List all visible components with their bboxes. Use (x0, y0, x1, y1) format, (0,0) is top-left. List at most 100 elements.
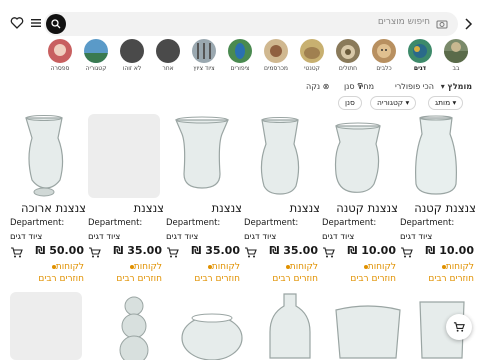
category-item[interactable]: קטגוריה (78, 38, 114, 78)
search-input[interactable]: חיפוש מוצרים (44, 12, 458, 36)
promo-badge: לקוחות חוזרים רבים (404, 261, 474, 285)
heart-icon[interactable] (10, 16, 24, 30)
category-image (336, 39, 360, 63)
product-dept-label: Department: (244, 218, 299, 228)
category-item[interactable]: לא זוהו (114, 38, 150, 78)
promo-line1: לקוחות (445, 262, 474, 272)
product-title[interactable]: צנצנת קטנה (400, 201, 476, 215)
sort-popular[interactable]: הכי פופולרי (395, 82, 434, 91)
category-image (48, 39, 72, 63)
product-card[interactable]: צנצנת ארוכה Department: ציוד דגים ₪ 50.0… (10, 114, 86, 294)
product-dept-label: Department: (400, 218, 455, 228)
sort-bar: מומלץ ▾ הכי פופולרי מחיר ⊽ סנן ⊗ נקה (0, 82, 480, 96)
product-image[interactable] (98, 292, 170, 360)
brand-chip[interactable]: ▾ מותג (428, 96, 464, 110)
promo-badge: לקוחות חוזרים רבים (170, 261, 240, 285)
category-image (156, 39, 180, 63)
cart-icon[interactable] (244, 246, 257, 259)
product-image (166, 114, 238, 198)
camera-icon[interactable] (436, 18, 448, 30)
promo-line2: חוזרים רבים (38, 274, 84, 284)
product-dept-label: Department: (10, 218, 65, 228)
filter-chip[interactable]: סנן (338, 96, 362, 110)
product-dept-value: ציוד דגים (244, 232, 277, 242)
promo-line1: לקוחות (133, 262, 162, 272)
clear-button[interactable]: ⊗ נקה (306, 82, 329, 91)
promo-line2: חוזרים רבים (428, 274, 474, 284)
product-image-placeholder[interactable] (10, 292, 82, 360)
product-image (400, 114, 472, 198)
category-image (120, 39, 144, 63)
product-card[interactable]: צנצנת Department: ציוד דגים ₪ 35.00 לקוח… (244, 114, 320, 294)
category-image (192, 39, 216, 63)
product-dept-value: ציוד דגים (88, 232, 121, 242)
floating-cart-button[interactable] (446, 314, 472, 340)
product-title[interactable]: צנצנת (244, 201, 320, 215)
product-dept-label: Department: (88, 218, 143, 228)
product-price: ₪ 35.00 (269, 244, 318, 257)
promo-badge: לקוחות חוזרים רבים (14, 261, 84, 285)
search-row: חיפוש מוצרים (6, 12, 474, 36)
product-image (10, 114, 82, 198)
product-title[interactable]: צנצנת קטנה (322, 201, 398, 215)
promo-line1: לקוחות (211, 262, 240, 272)
product-image (244, 114, 316, 198)
cart-icon[interactable] (10, 246, 23, 259)
category-label: ספסרה (50, 65, 70, 72)
cart-icon[interactable] (400, 246, 413, 259)
category-item[interactable]: קטנטי (294, 38, 330, 78)
product-image[interactable] (332, 292, 404, 360)
product-dept-value: ציוד דגים (166, 232, 199, 242)
product-price: ₪ 10.00 (347, 244, 396, 257)
product-card[interactable]: צנצנת Department: ציוד דגים ₪ 35.00 לקוח… (88, 114, 164, 294)
filter-button[interactable]: ⊽ סנן (344, 82, 363, 91)
category-image (84, 39, 108, 63)
chevron-right-icon[interactable] (462, 17, 474, 31)
category-chip-label: קטגוריה (377, 98, 404, 107)
promo-line1: לקוחות (55, 262, 84, 272)
sort-label: מומלץ (447, 82, 472, 91)
category-item[interactable]: כלבים (366, 38, 402, 78)
product-title[interactable]: צנצנת (88, 201, 164, 215)
category-chip[interactable]: ▾ קטגוריה (370, 96, 417, 110)
category-image (372, 39, 396, 63)
cart-icon[interactable] (88, 246, 101, 259)
category-item[interactable]: ציוד ציוץ (186, 38, 222, 78)
product-card[interactable]: צנצנת Department: ציוד דגים ₪ 35.00 לקוח… (166, 114, 242, 294)
product-price: ₪ 35.00 (113, 244, 162, 257)
product-dept-value: ציוד דגים (322, 232, 355, 242)
cart-icon[interactable] (166, 246, 179, 259)
category-image (264, 39, 288, 63)
search-icon (51, 19, 61, 29)
menu-icon[interactable] (30, 17, 42, 29)
category-item[interactable]: דגים (402, 38, 438, 78)
product-image[interactable] (176, 292, 248, 360)
search-button[interactable] (46, 14, 66, 34)
category-item[interactable]: מכרסמים (258, 38, 294, 78)
category-item[interactable]: ספסרה (42, 38, 78, 78)
brand-chip-label: מותג (435, 98, 451, 107)
product-card[interactable]: צנצנת קטנה Department: ציוד דגים ₪ 10.00… (322, 114, 398, 294)
product-image[interactable] (254, 292, 326, 360)
cart-icon[interactable] (322, 246, 335, 259)
promo-line2: חוזרים רבים (272, 274, 318, 284)
product-image-placeholder (88, 114, 160, 198)
promo-badge: לקוחות חוזרים רבים (326, 261, 396, 285)
product-dept-label: Department: (322, 218, 377, 228)
category-item[interactable]: ציפורים (222, 38, 258, 78)
promo-badge: לקוחות חוזרים רבים (92, 261, 162, 285)
promo-badge: לקוחות חוזרים רבים (248, 261, 318, 285)
product-title[interactable]: צנצנת (166, 201, 242, 215)
category-item[interactable]: אחר (150, 38, 186, 78)
product-dept-value: ציוד דגים (10, 232, 43, 242)
product-card[interactable]: צנצנת קטנה Department: ציוד דגים ₪ 10.00… (400, 114, 476, 294)
cart-icon (453, 322, 465, 332)
promo-line2: חוזרים רבים (350, 274, 396, 284)
sort-dropdown[interactable]: מומלץ ▾ (441, 82, 472, 91)
category-strip: בב דגים כלבים חתולים קטנטי מכרסמים ציפור… (0, 38, 480, 78)
product-price: ₪ 50.00 (35, 244, 84, 257)
product-image (322, 114, 394, 198)
product-title[interactable]: צנצנת ארוכה (10, 201, 86, 215)
category-item[interactable]: חתולים (330, 38, 366, 78)
category-item[interactable]: בב (438, 38, 474, 78)
